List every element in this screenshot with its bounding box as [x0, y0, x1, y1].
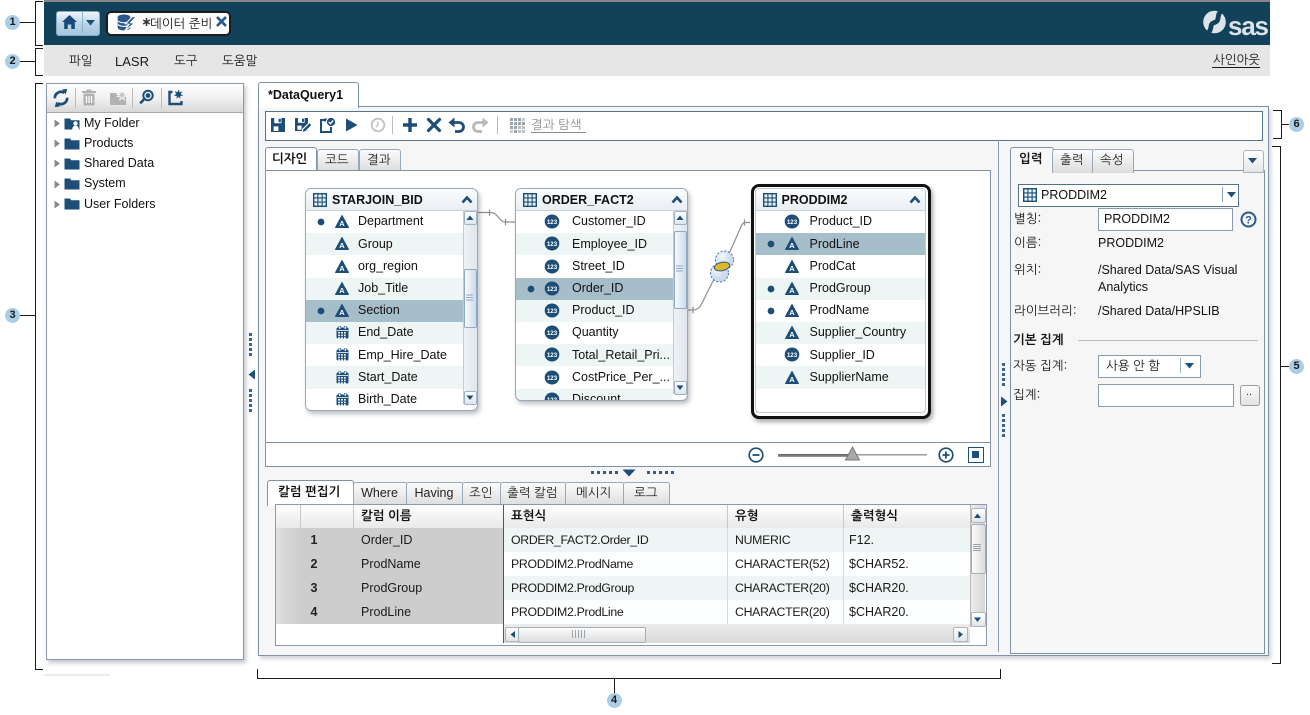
- svg-text:123: 123: [547, 375, 558, 382]
- svg-text:A: A: [339, 241, 345, 250]
- svg-text:A: A: [789, 241, 795, 250]
- svg-text:123: 123: [786, 219, 797, 226]
- svg-text:A: A: [339, 264, 345, 273]
- svg-text:123: 123: [547, 352, 558, 359]
- svg-text:A: A: [789, 330, 795, 339]
- svg-text:123: 123: [547, 241, 558, 248]
- svg-text:A: A: [339, 219, 345, 228]
- svg-text:A: A: [789, 375, 795, 384]
- svg-text:A: A: [339, 308, 345, 317]
- svg-text:123: 123: [547, 330, 558, 337]
- svg-text:?: ?: [1245, 215, 1252, 227]
- svg-text:123: 123: [547, 264, 558, 271]
- svg-text:A: A: [789, 264, 795, 273]
- svg-text:123: 123: [547, 286, 558, 293]
- svg-text:123: 123: [547, 308, 558, 315]
- svg-text:A: A: [789, 308, 795, 317]
- svg-text:A: A: [339, 286, 345, 295]
- svg-text:123: 123: [547, 397, 558, 401]
- svg-text:A: A: [789, 286, 795, 295]
- svg-text:123: 123: [786, 352, 797, 359]
- svg-text:123: 123: [547, 219, 558, 226]
